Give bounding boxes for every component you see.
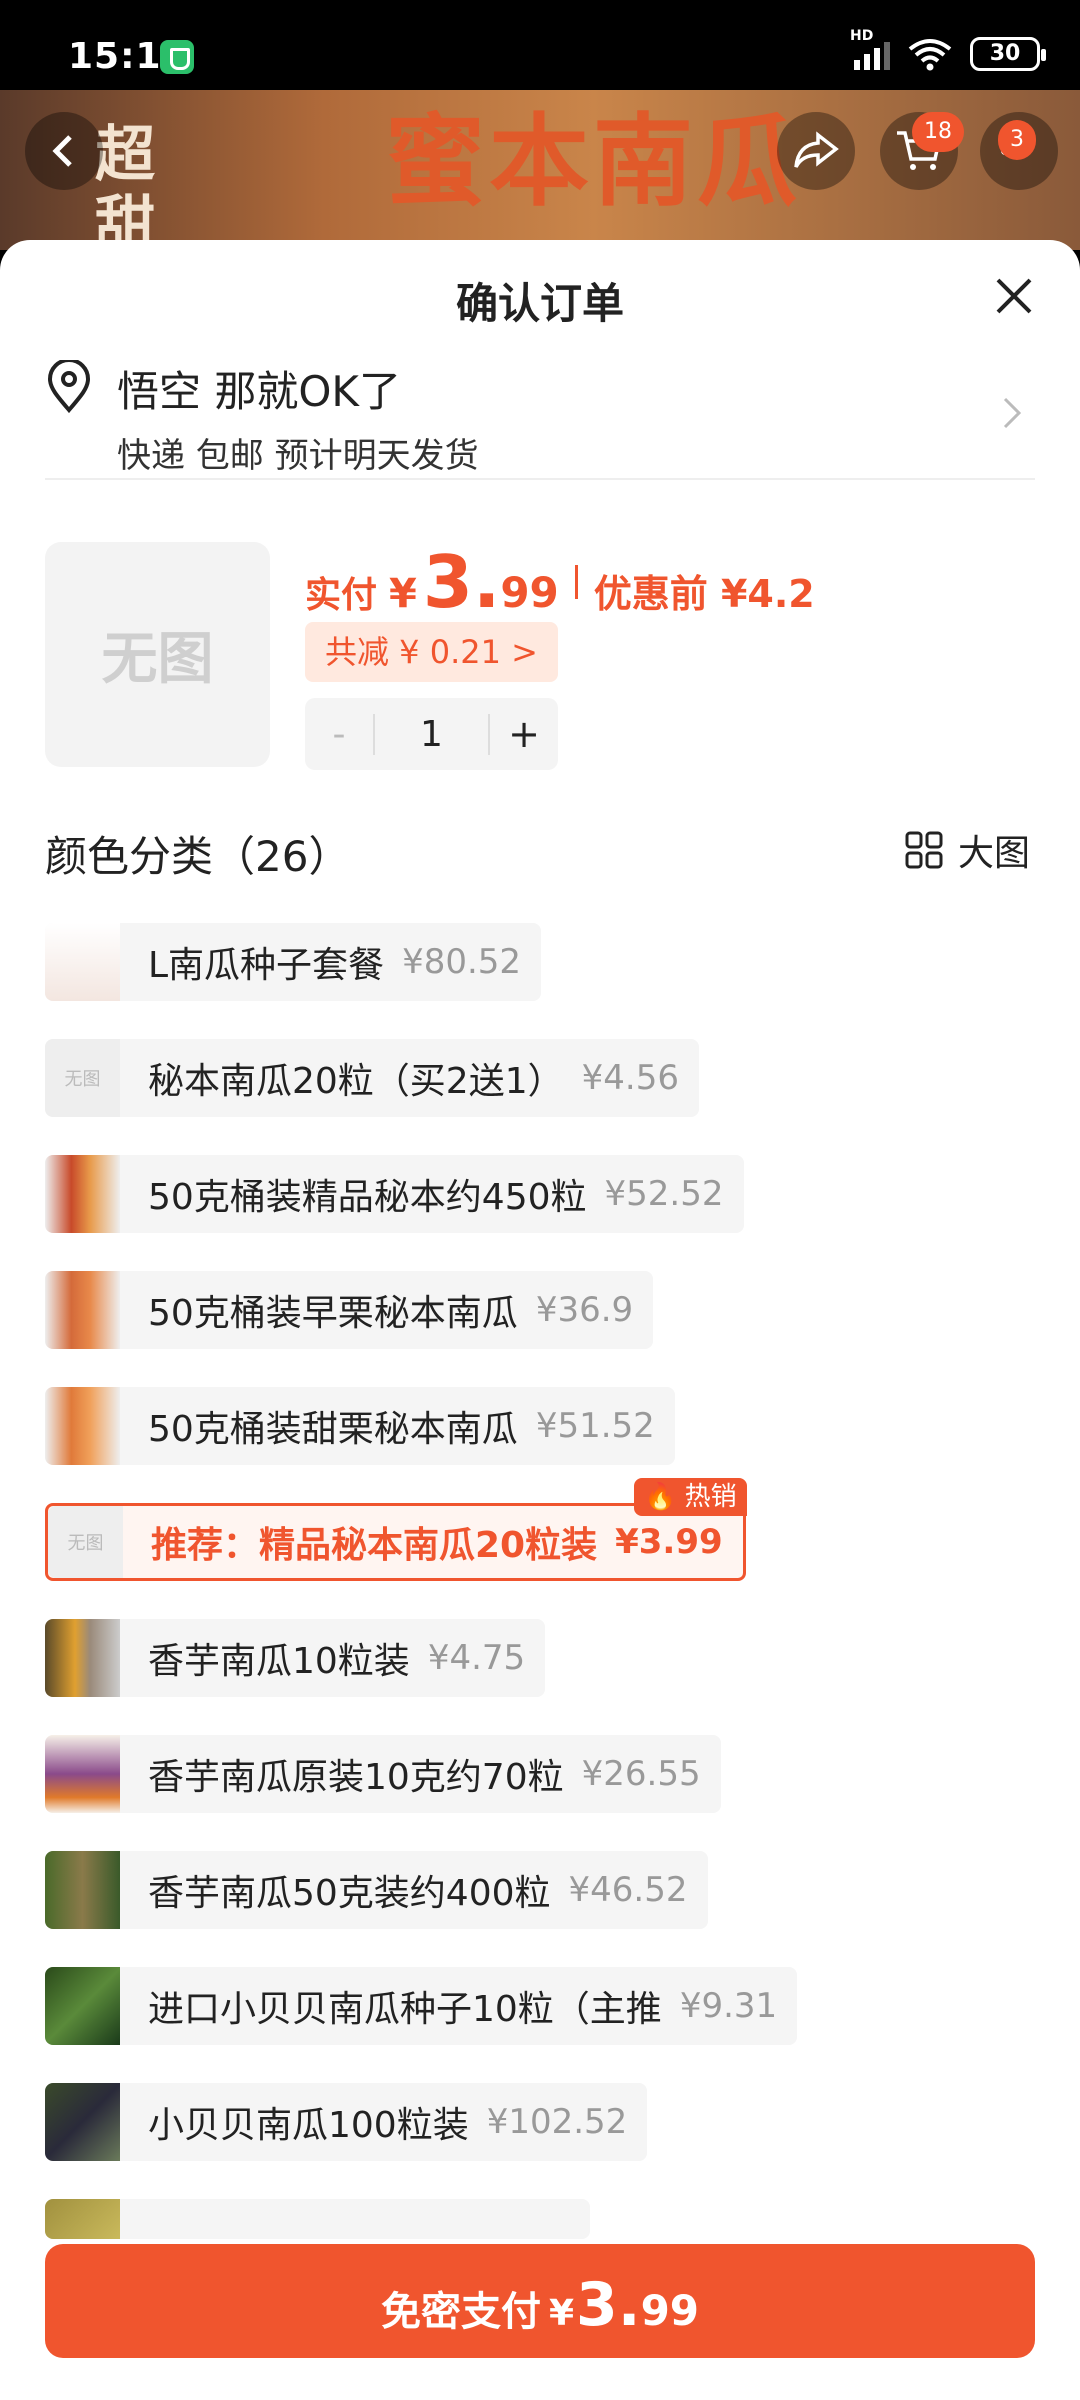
option-item[interactable]: 小贝贝南瓜100粒装 ¥102.52	[45, 2083, 648, 2161]
option-thumbnail	[45, 1155, 120, 1233]
price-label: 实付	[305, 575, 378, 616]
option-thumbnail	[45, 1619, 120, 1697]
quantity-stepper: - 1 +	[305, 698, 558, 770]
banner-title: 蜜本南瓜	[385, 103, 801, 220]
pay-amount-decimal: 99	[640, 2286, 700, 2335]
option-thumbnail	[45, 1735, 120, 1813]
status-bar: 15:11 HD 30	[0, 0, 1080, 90]
option-name: L南瓜种子套餐	[148, 945, 385, 986]
wifi-icon	[908, 39, 952, 71]
option-thumbnail	[45, 2199, 120, 2239]
option-name: 香芋南瓜10粒装	[148, 1641, 410, 1682]
increase-button[interactable]: +	[490, 712, 558, 756]
back-icon	[52, 135, 72, 167]
pay-amount-integer: 3.	[576, 2270, 641, 2340]
original-price: 优惠前 ¥4.2	[593, 572, 815, 616]
option-price: ¥4.75	[427, 1638, 526, 1678]
network-label: HD	[850, 28, 874, 44]
option-thumbnail	[45, 1387, 120, 1465]
battery-icon: 30	[970, 37, 1046, 71]
grid-icon	[905, 831, 943, 869]
option-item[interactable]: 香芋南瓜原装10克约70粒 ¥26.55	[45, 1735, 721, 1813]
option-price: ¥26.55	[581, 1754, 701, 1794]
option-name: 50克桶装早栗秘本南瓜	[148, 1293, 518, 1334]
option-price: ¥51.52	[535, 1406, 655, 1446]
option-item[interactable]: 香芋南瓜50克装约400粒 ¥46.52	[45, 1851, 708, 1929]
close-button[interactable]	[988, 270, 1040, 322]
product-thumbnail[interactable]: 无图	[45, 542, 270, 767]
pay-button[interactable]: 免密支付 ¥ 3. 99	[45, 2244, 1035, 2358]
status-icons: HD 30	[850, 28, 1046, 74]
option-price: ¥9.31	[679, 1986, 778, 2026]
close-icon	[996, 278, 1032, 314]
option-item[interactable]: 50克桶装甜栗秘本南瓜 ¥51.52	[45, 1387, 675, 1465]
address-name: 悟空 那就OK了	[117, 367, 401, 416]
price-decimal: 99	[500, 568, 559, 617]
option-name: 香芋南瓜50克装约400粒	[148, 1873, 551, 1914]
address-row[interactable]: 悟空 那就OK了 快递 包邮 预计明天发货	[45, 350, 1035, 480]
option-item[interactable]: 50克桶装精品秘本约450粒 ¥52.52	[45, 1155, 744, 1233]
more-badge: 3	[998, 120, 1036, 160]
option-item[interactable]: 50克桶装早栗秘本南瓜 ¥36.9	[45, 1271, 654, 1349]
hot-sale-label: 热销	[684, 1482, 737, 1512]
big-view-label: 大图	[957, 833, 1030, 874]
option-thumbnail	[45, 2083, 120, 2161]
option-thumbnail	[45, 1271, 120, 1349]
option-item[interactable]: 无图 秘本南瓜20粒（买2送1） ¥4.56	[45, 1039, 699, 1117]
hd-signal-icon: HD	[850, 28, 890, 70]
option-name: 香芋南瓜原装10克约70粒	[148, 1757, 564, 1798]
option-name: 50克桶装甜栗秘本南瓜	[148, 1409, 518, 1450]
option-item[interactable]: 香芋南瓜10粒装 ¥4.75	[45, 1619, 546, 1697]
pay-label: 免密支付	[380, 2289, 541, 2335]
option-price: ¥36.9	[535, 1290, 634, 1330]
option-price: ¥3.99	[615, 1522, 723, 1562]
confirm-order-sheet: 确认订单 悟空 那就OK了 快递 包邮 预计明天发货 无图 实付 ¥ 3. 99…	[0, 240, 1080, 2400]
decrease-button[interactable]: -	[305, 714, 373, 755]
cart-badge: 18	[912, 112, 964, 152]
option-thumbnail	[45, 923, 120, 1001]
shield-icon	[160, 40, 194, 74]
option-thumbnail	[45, 1851, 120, 1929]
banner-side-text: 超甜	[95, 120, 155, 250]
option-item-selected[interactable]: 无图 推荐：精品秘本南瓜20粒装 ¥3.99 🔥 热销	[45, 1478, 747, 1581]
price-row: 实付 ¥ 3. 99 优惠前 ¥4.2	[305, 540, 815, 624]
price-currency: ¥	[389, 571, 417, 617]
sheet-title: 确认订单	[455, 279, 624, 328]
share-button[interactable]	[777, 112, 855, 190]
option-item[interactable]: 进口小贝贝南瓜种子10粒（主推 ¥9.31	[45, 1967, 798, 2045]
fire-icon: 🔥	[644, 1482, 677, 1512]
quantity-value[interactable]: 1	[373, 713, 490, 755]
price-divider	[574, 565, 578, 599]
option-thumbnail: 无图	[48, 1506, 123, 1578]
option-price: ¥102.52	[486, 2102, 628, 2142]
option-name: 秘本南瓜20粒（买2送1）	[148, 1061, 564, 1102]
option-item-partial[interactable]	[45, 2199, 590, 2239]
option-name: 进口小贝贝南瓜种子10粒（主推	[148, 1989, 662, 2030]
location-pin-icon	[47, 360, 91, 414]
option-price: ¥52.52	[604, 1174, 724, 1214]
option-price: ¥4.56	[581, 1058, 679, 1098]
option-name: 50克桶装精品秘本约450粒	[148, 1177, 587, 1218]
option-thumbnail	[45, 1967, 120, 2045]
option-name: 小贝贝南瓜100粒装	[148, 2105, 469, 2146]
option-price: ¥80.52	[402, 942, 522, 982]
hot-sale-tag: 🔥 热销	[634, 1478, 747, 1516]
back-button[interactable]	[25, 112, 103, 190]
option-thumbnail: 无图	[45, 1039, 120, 1117]
delivery-info: 快递 包邮 预计明天发货	[117, 436, 479, 476]
option-item[interactable]: L南瓜种子套餐 ¥80.52	[45, 923, 542, 1001]
price-integer: 3.	[422, 540, 501, 624]
chevron-right-icon	[1003, 397, 1022, 429]
share-icon	[794, 131, 839, 168]
option-name: 推荐：精品秘本南瓜20粒装	[151, 1525, 598, 1566]
discount-badge[interactable]: 共减 ¥ 0.21 >	[305, 622, 558, 682]
pay-currency: ¥	[548, 2293, 575, 2334]
category-title: 颜色分类（26）	[45, 832, 351, 881]
big-view-button[interactable]: 大图	[904, 824, 1030, 876]
option-price: ¥46.52	[568, 1870, 688, 1910]
